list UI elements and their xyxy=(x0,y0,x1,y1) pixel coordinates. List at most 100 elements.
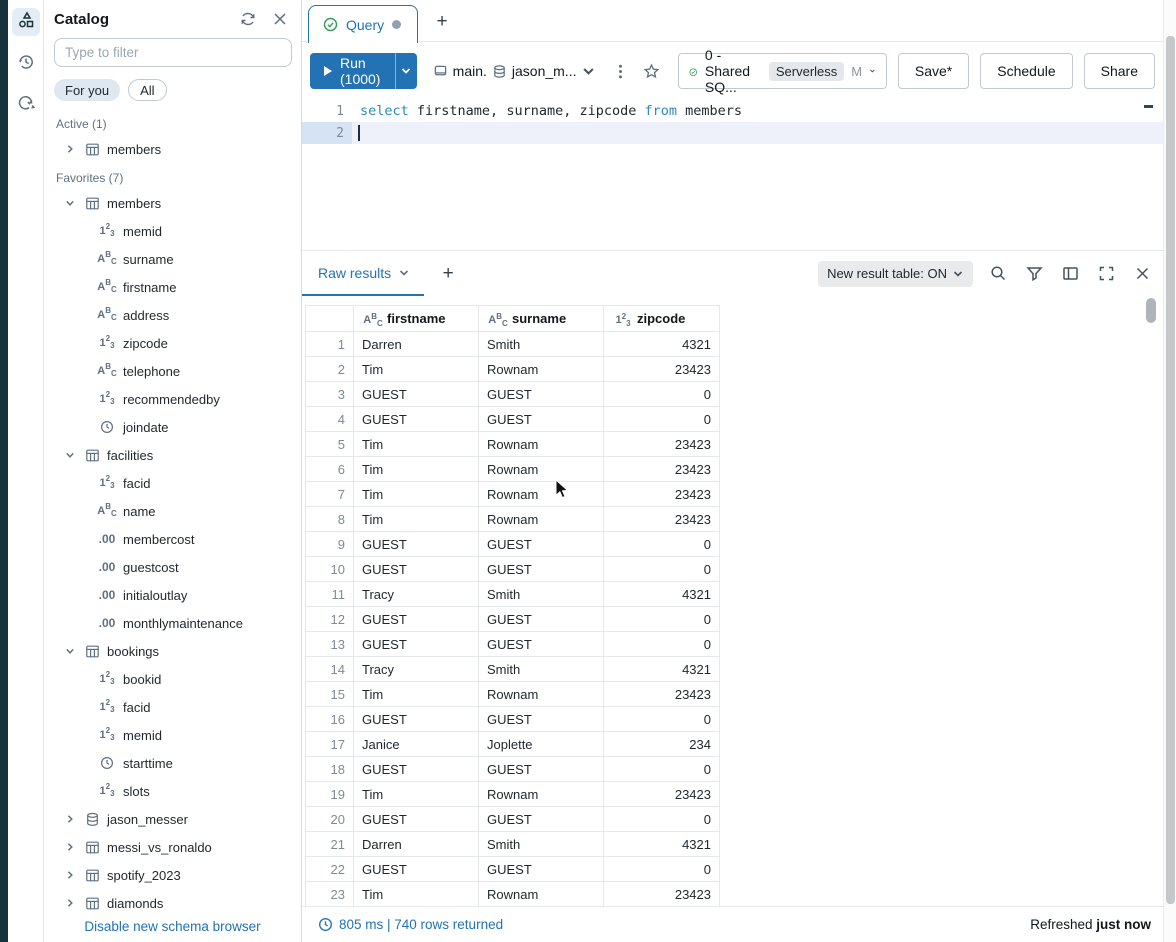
query-tab[interactable]: Query xyxy=(308,5,418,43)
table-row[interactable]: 19TimRownam23423 xyxy=(306,782,720,807)
cell-firstname[interactable]: Darren xyxy=(354,832,479,857)
side-panel-icon[interactable] xyxy=(1059,263,1081,285)
tree-column-surname[interactable]: ABCsurname xyxy=(44,245,301,273)
tree-column-facid[interactable]: 123facid xyxy=(44,469,301,497)
table-row[interactable]: 5TimRownam23423 xyxy=(306,432,720,457)
cell-zipcode[interactable]: 0 xyxy=(604,807,720,832)
cell-surname[interactable]: Rownam xyxy=(479,432,604,457)
tree-column-firstname[interactable]: ABCfirstname xyxy=(44,273,301,301)
cell-zipcode[interactable]: 23423 xyxy=(604,882,720,907)
cell-zipcode[interactable]: 4321 xyxy=(604,832,720,857)
table-row[interactable]: 1DarrenSmith4321 xyxy=(306,332,720,357)
cell-firstname[interactable]: GUEST xyxy=(354,382,479,407)
cell-zipcode[interactable]: 0 xyxy=(604,857,720,882)
cell-zipcode[interactable]: 4321 xyxy=(604,332,720,357)
cell-zipcode[interactable]: 23423 xyxy=(604,682,720,707)
tree-item-members[interactable]: members xyxy=(44,189,301,217)
table-row[interactable]: 2TimRownam23423 xyxy=(306,357,720,382)
cell-surname[interactable]: GUEST xyxy=(479,382,604,407)
chevron-right-icon[interactable] xyxy=(64,897,76,909)
tree-column-zipcode[interactable]: 123zipcode xyxy=(44,329,301,357)
catalog-filter-input[interactable] xyxy=(54,38,292,67)
sql-editor[interactable]: 1select firstname, surname, zipcode from… xyxy=(302,100,1163,250)
chevron-down-icon[interactable] xyxy=(64,449,76,461)
tree-item-jason_messer[interactable]: jason_messer xyxy=(44,805,301,833)
cell-surname[interactable]: Joplette xyxy=(479,732,604,757)
cell-zipcode[interactable]: 23423 xyxy=(604,507,720,532)
cell-firstname[interactable]: Tim xyxy=(354,682,479,707)
table-row[interactable]: 7TimRownam23423 xyxy=(306,482,720,507)
tree-column-memid[interactable]: 123memid xyxy=(44,721,301,749)
table-row[interactable]: 18GUESTGUEST0 xyxy=(306,757,720,782)
cell-firstname[interactable]: GUEST xyxy=(354,757,479,782)
cell-firstname[interactable]: Tracy xyxy=(354,657,479,682)
tree-column-starttime[interactable]: starttime xyxy=(44,749,301,777)
table-row[interactable]: 6TimRownam23423 xyxy=(306,457,720,482)
cell-firstname[interactable]: Tim xyxy=(354,357,479,382)
tree-column-recommendedby[interactable]: 123recommendedby xyxy=(44,385,301,413)
results-scrollbar-thumb[interactable] xyxy=(1146,298,1156,323)
chevron-down-icon[interactable] xyxy=(64,197,76,209)
chevron-right-icon[interactable] xyxy=(64,841,76,853)
cell-surname[interactable]: Smith xyxy=(479,332,604,357)
cell-surname[interactable]: Smith xyxy=(479,657,604,682)
results-grid[interactable]: ABCfirstnameABCsurname123zipcode 1Darren… xyxy=(305,296,1025,906)
table-row[interactable]: 15TimRownam23423 xyxy=(306,682,720,707)
table-row[interactable]: 11TracySmith4321 xyxy=(306,582,720,607)
search-icon[interactable] xyxy=(987,263,1009,285)
cell-firstname[interactable]: Tim xyxy=(354,482,479,507)
favorite-star-icon[interactable] xyxy=(643,60,660,82)
tree-column-facid[interactable]: 123facid xyxy=(44,693,301,721)
run-button[interactable]: Run (1000) xyxy=(310,53,395,89)
history-rail-button[interactable] xyxy=(12,50,40,78)
tree-column-monthlymaintenance[interactable]: .00monthlymaintenance xyxy=(44,609,301,637)
editor-line-2[interactable]: 2 xyxy=(302,122,1163,144)
close-results-icon[interactable] xyxy=(1131,263,1153,285)
cell-firstname[interactable]: GUEST xyxy=(354,607,479,632)
schedule-button[interactable]: Schedule xyxy=(980,53,1072,89)
cell-surname[interactable]: GUEST xyxy=(479,857,604,882)
cell-firstname[interactable]: GUEST xyxy=(354,632,479,657)
cell-surname[interactable]: GUEST xyxy=(479,407,604,432)
cell-zipcode[interactable]: 0 xyxy=(604,557,720,582)
cell-surname[interactable]: Rownam xyxy=(479,782,604,807)
tree-item-diamonds[interactable]: diamonds xyxy=(44,889,301,917)
cell-surname[interactable]: GUEST xyxy=(479,757,604,782)
page-scrollbar-thumb[interactable] xyxy=(1166,36,1175,904)
cell-surname[interactable]: GUEST xyxy=(479,607,604,632)
cell-firstname[interactable]: Tim xyxy=(354,432,479,457)
chevron-right-icon[interactable] xyxy=(64,143,76,155)
cell-firstname[interactable]: Tim xyxy=(354,882,479,907)
cell-firstname[interactable]: GUEST xyxy=(354,857,479,882)
cell-zipcode[interactable]: 234 xyxy=(604,732,720,757)
tree-column-initialoutlay[interactable]: .00initialoutlay xyxy=(44,581,301,609)
table-row[interactable]: 13GUESTGUEST0 xyxy=(306,632,720,657)
close-icon[interactable] xyxy=(271,10,289,28)
more-options-kebab-icon[interactable] xyxy=(612,60,629,82)
cell-zipcode[interactable]: 23423 xyxy=(604,457,720,482)
save-button[interactable]: Save* xyxy=(898,53,969,89)
page-scrollbar[interactable] xyxy=(1163,0,1176,942)
cell-zipcode[interactable]: 0 xyxy=(604,632,720,657)
raw-results-tab[interactable]: Raw results xyxy=(302,251,424,296)
tree-column-slots[interactable]: 123slots xyxy=(44,777,301,805)
cell-surname[interactable]: GUEST xyxy=(479,707,604,732)
cell-zipcode[interactable]: 23423 xyxy=(604,357,720,382)
chevron-right-icon[interactable] xyxy=(64,813,76,825)
cell-surname[interactable]: Smith xyxy=(479,582,604,607)
cell-firstname[interactable]: Darren xyxy=(354,332,479,357)
cell-zipcode[interactable]: 4321 xyxy=(604,582,720,607)
table-row[interactable]: 21DarrenSmith4321 xyxy=(306,832,720,857)
cell-surname[interactable]: Rownam xyxy=(479,482,604,507)
all-pill[interactable]: All xyxy=(128,79,166,101)
cell-firstname[interactable]: Tim xyxy=(354,782,479,807)
table-row[interactable]: 10GUESTGUEST0 xyxy=(306,557,720,582)
table-row[interactable]: 3GUESTGUEST0 xyxy=(306,382,720,407)
editor-line-1[interactable]: 1select firstname, surname, zipcode from… xyxy=(302,100,1163,122)
table-row[interactable]: 16GUESTGUEST0 xyxy=(306,707,720,732)
cell-surname[interactable]: GUEST xyxy=(479,557,604,582)
table-row[interactable]: 17JaniceJoplette234 xyxy=(306,732,720,757)
cell-zipcode[interactable]: 23423 xyxy=(604,482,720,507)
add-visualization-button[interactable]: + xyxy=(436,262,460,286)
tree-column-memid[interactable]: 123memid xyxy=(44,217,301,245)
